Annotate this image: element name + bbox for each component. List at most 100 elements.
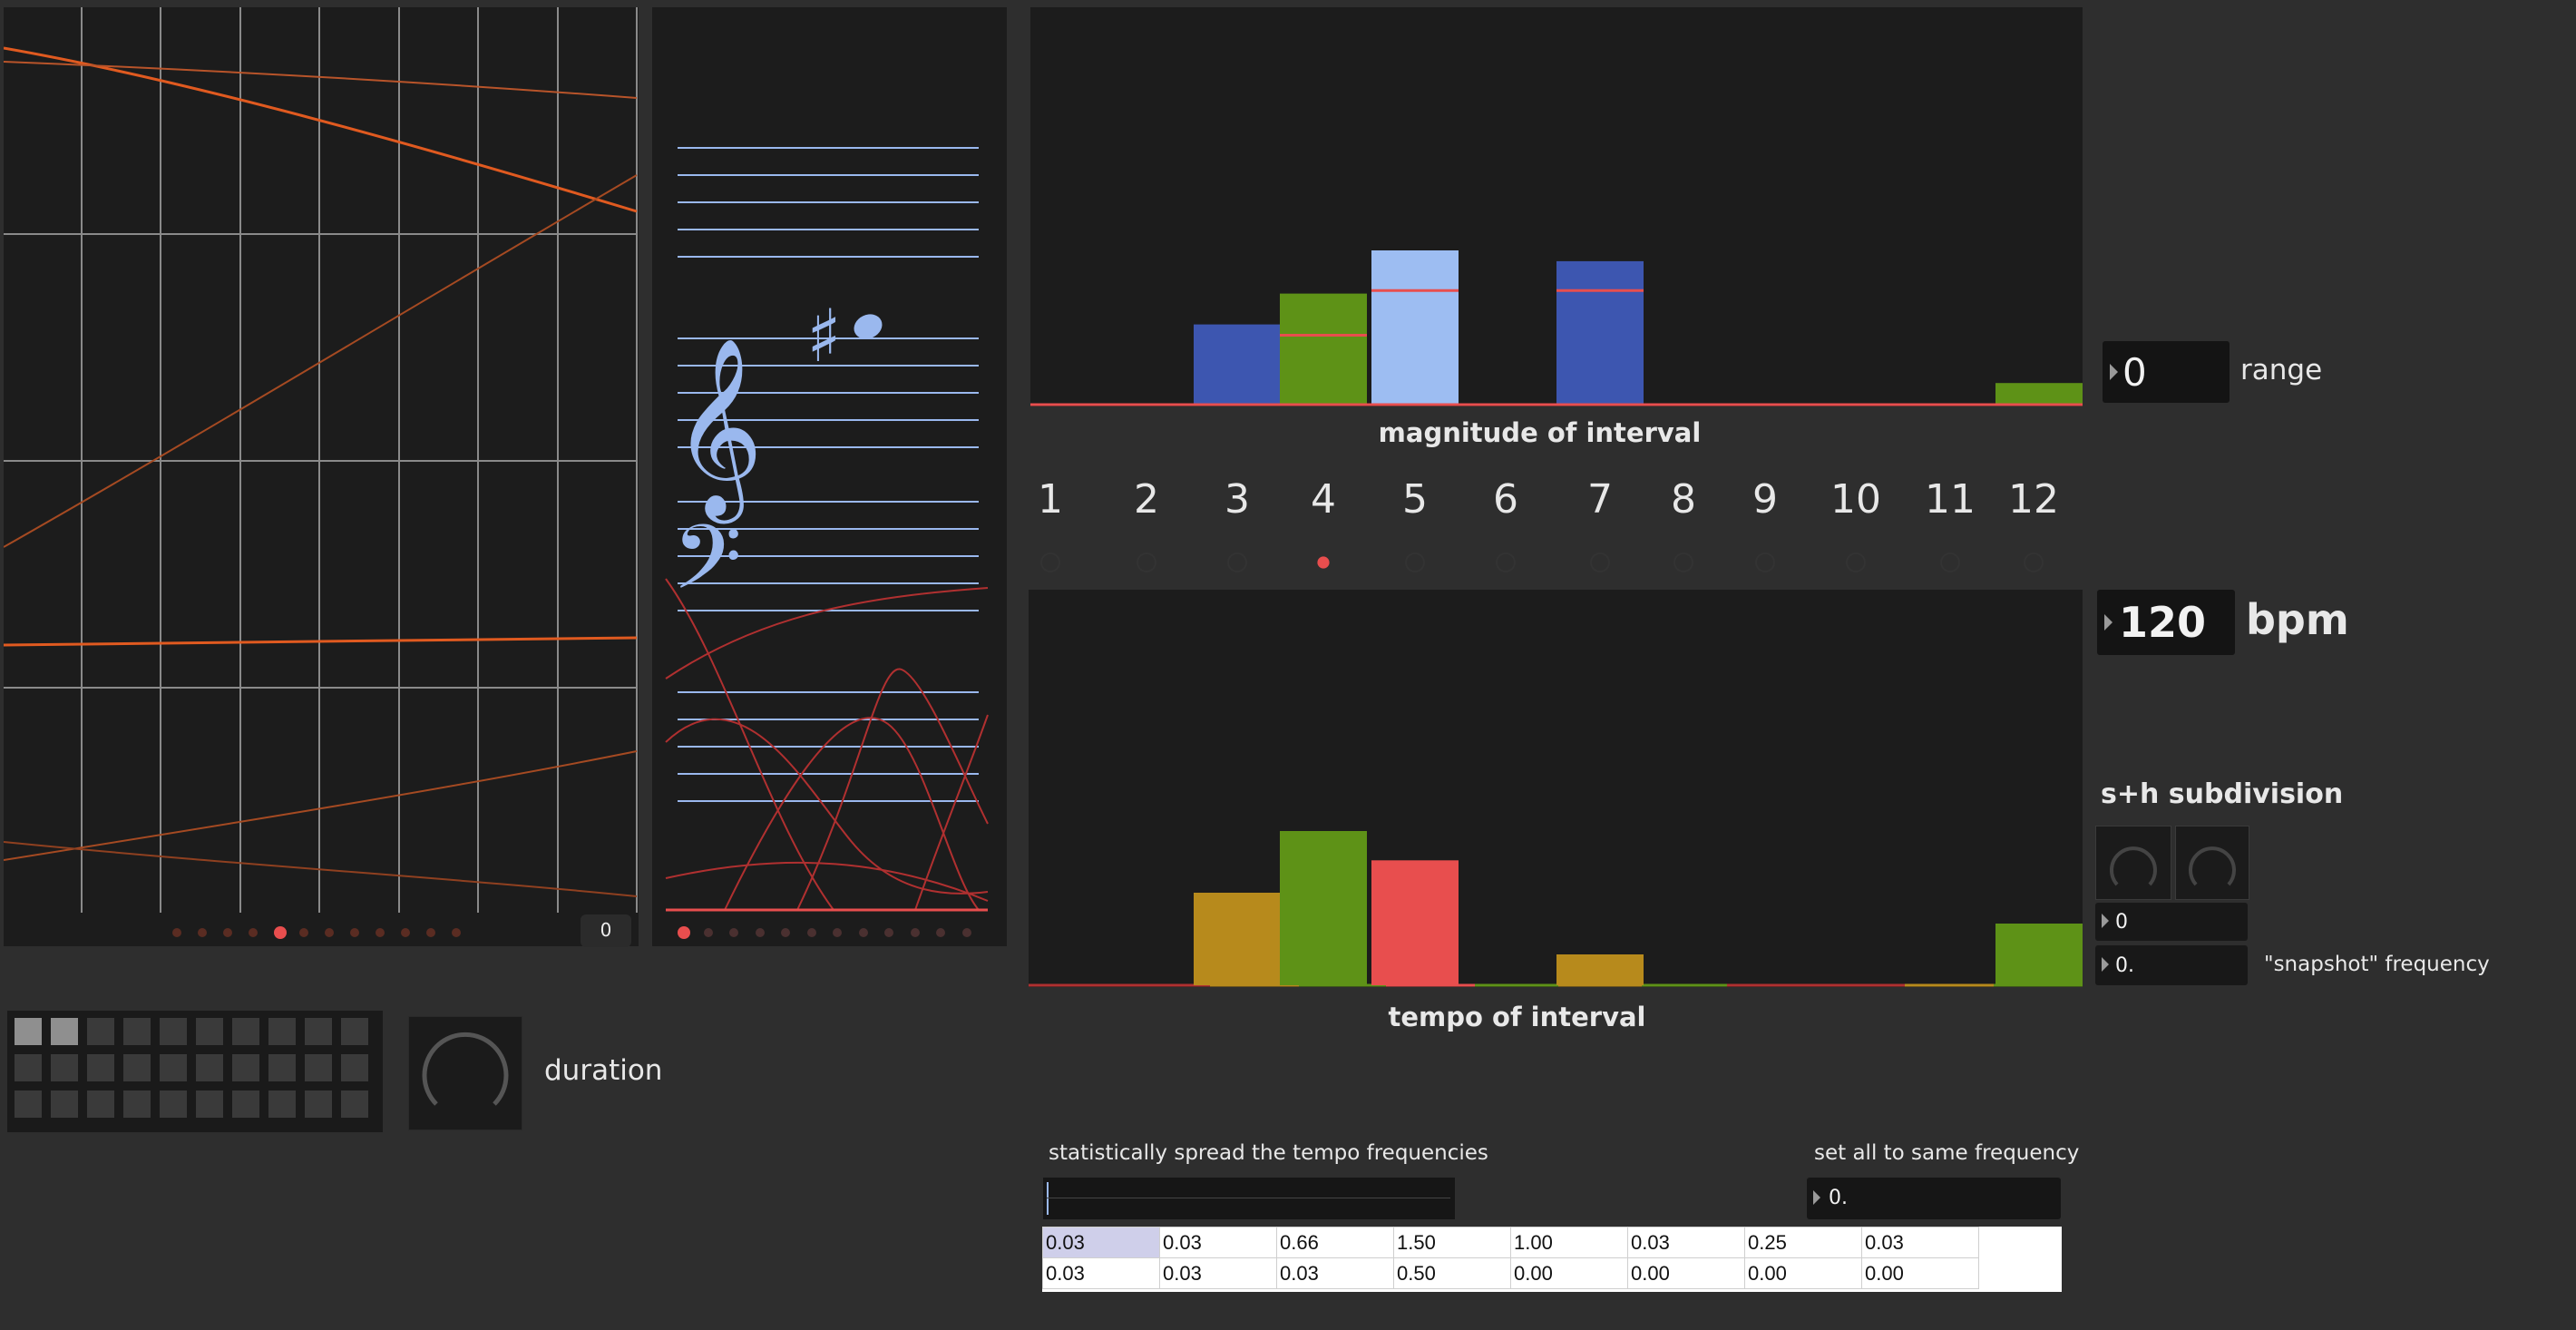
page-dot[interactable] (172, 928, 181, 937)
page-dot[interactable] (910, 928, 920, 937)
interval-radio[interactable] (1137, 553, 1156, 572)
step-matrix[interactable] (7, 1011, 383, 1132)
interval-radio[interactable] (1940, 553, 1960, 572)
tempo-bar[interactable] (1995, 924, 2083, 985)
value-box[interactable]: 0 (581, 914, 631, 947)
page-dot[interactable] (858, 928, 868, 937)
interval-radio[interactable] (1755, 553, 1775, 572)
page-dot[interactable] (325, 928, 334, 937)
table-cell[interactable]: 0.03 (1042, 1257, 1160, 1289)
interval-radio[interactable] (1590, 553, 1610, 572)
page-dot[interactable] (729, 928, 738, 937)
matrix-cell[interactable] (15, 1054, 42, 1081)
page-dot[interactable] (376, 928, 385, 937)
table-cell[interactable]: 0.00 (1627, 1257, 1745, 1289)
matrix-cell[interactable] (51, 1018, 78, 1045)
matrix-cell[interactable] (87, 1054, 114, 1081)
same-frequency-box[interactable]: 0. (1807, 1178, 2061, 1219)
matrix-cell[interactable] (160, 1054, 187, 1081)
function-plot-panel[interactable]: 0 (4, 7, 639, 947)
table-cell[interactable]: 1.50 (1393, 1227, 1511, 1258)
tempo-chart[interactable] (1029, 590, 2083, 987)
matrix-cell[interactable] (196, 1054, 223, 1081)
matrix-cell[interactable] (305, 1054, 332, 1081)
table-cell[interactable]: 0.50 (1393, 1257, 1511, 1289)
table-cell[interactable]: 0.03 (1159, 1227, 1277, 1258)
page-dots[interactable] (172, 926, 472, 939)
matrix-cell[interactable] (232, 1054, 259, 1081)
range-number-box[interactable]: 0 (2103, 341, 2230, 403)
page-dot[interactable] (806, 928, 816, 937)
sh-number-box-2[interactable]: 0. (2095, 945, 2248, 985)
interval-radio[interactable] (2024, 553, 2044, 572)
matrix-cell[interactable] (305, 1018, 332, 1045)
interval-radio[interactable] (1673, 553, 1693, 572)
matrix-cell[interactable] (341, 1018, 368, 1045)
sh-number-box-1[interactable]: 0 (2095, 903, 2248, 941)
table-cell[interactable]: 0.66 (1276, 1227, 1394, 1258)
page-dot[interactable] (781, 928, 790, 937)
page-dot[interactable] (678, 926, 690, 939)
interval-radio[interactable] (1227, 553, 1247, 572)
matrix-cell[interactable] (123, 1054, 151, 1081)
cell-table[interactable]: 0.03 0.03 0.66 1.50 1.00 0.03 0.25 0.03 0.03 0.03… (1042, 1227, 1979, 1289)
page-dot[interactable] (198, 928, 207, 937)
magnitude-bar[interactable] (1280, 293, 1367, 405)
page-dot[interactable] (274, 926, 287, 939)
tempo-bars[interactable] (1029, 590, 2083, 987)
table-cell[interactable]: 0.03 (1042, 1227, 1160, 1258)
page-dot[interactable] (936, 928, 945, 937)
matrix-cell[interactable] (268, 1054, 296, 1081)
interval-radio[interactable] (1405, 553, 1425, 572)
matrix-cell[interactable] (15, 1018, 42, 1045)
matrix-cell[interactable] (232, 1018, 259, 1045)
bpm-number-box[interactable]: 120 (2097, 590, 2235, 655)
page-dot[interactable] (755, 928, 765, 937)
table-cell[interactable]: 0.00 (1861, 1257, 1979, 1289)
table-cell[interactable]: 0.03 (1276, 1257, 1394, 1289)
page-dot[interactable] (299, 928, 308, 937)
matrix-cell[interactable] (51, 1090, 78, 1118)
matrix-cell[interactable] (196, 1090, 223, 1118)
page-dot[interactable] (452, 928, 461, 937)
page-dot[interactable] (350, 928, 359, 937)
tempo-bar[interactable] (1280, 831, 1367, 985)
matrix-cell[interactable] (15, 1090, 42, 1118)
matrix-cell[interactable] (123, 1090, 151, 1118)
page-dot[interactable] (223, 928, 232, 937)
matrix-cell[interactable] (51, 1054, 78, 1081)
matrix-cell[interactable] (160, 1090, 187, 1118)
table-cell[interactable]: 0.03 (1159, 1257, 1277, 1289)
page-dot[interactable] (426, 928, 435, 937)
matrix-cell[interactable] (232, 1090, 259, 1118)
slider-handle[interactable] (1047, 1182, 1049, 1215)
matrix-cell[interactable] (341, 1090, 368, 1118)
page-dots[interactable] (678, 926, 986, 939)
spread-slider[interactable] (1043, 1178, 1455, 1219)
magnitude-bar[interactable] (1194, 324, 1281, 405)
matrix-cell[interactable] (305, 1090, 332, 1118)
magnitude-bar[interactable] (1556, 260, 1644, 405)
function-plot[interactable] (4, 7, 639, 946)
matrix-cell[interactable] (268, 1018, 296, 1045)
page-dot[interactable] (961, 928, 971, 937)
matrix-cell[interactable] (160, 1018, 187, 1045)
matrix-cell[interactable] (87, 1090, 114, 1118)
page-dot[interactable] (249, 928, 258, 937)
interval-radio[interactable] (1040, 553, 1060, 572)
table-cell[interactable]: 0.00 (1510, 1257, 1628, 1289)
page-dot[interactable] (833, 928, 842, 937)
matrix-cell[interactable] (268, 1090, 296, 1118)
interval-radio[interactable] (1846, 553, 1866, 572)
magnitude-bar[interactable] (1995, 383, 2083, 405)
page-dot[interactable] (703, 928, 713, 937)
matrix-cell[interactable] (123, 1018, 151, 1045)
tempo-bar[interactable] (1556, 954, 1644, 985)
subdivision-dial-1[interactable] (2095, 826, 2171, 900)
table-cell[interactable]: 1.00 (1510, 1227, 1628, 1258)
matrix-cell[interactable] (87, 1018, 114, 1045)
subdivision-dial-2[interactable] (2175, 826, 2249, 900)
magnitude-chart[interactable] (1030, 7, 2083, 406)
duration-dial[interactable] (408, 1016, 522, 1130)
magnitude-bar[interactable] (1371, 250, 1459, 405)
